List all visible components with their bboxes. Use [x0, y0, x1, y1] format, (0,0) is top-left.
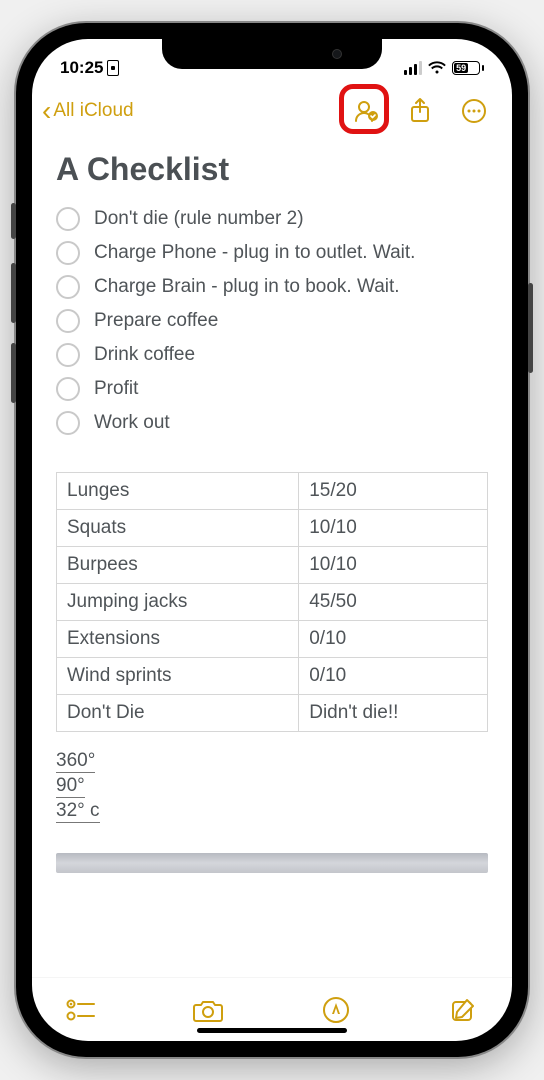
checklist-item[interactable]: Work out — [56, 406, 488, 440]
collaborate-button[interactable] — [350, 95, 382, 127]
checkbox-icon[interactable] — [56, 343, 80, 367]
more-button[interactable] — [458, 95, 490, 127]
checklist-item[interactable]: Drink coffee — [56, 338, 488, 372]
compose-button[interactable] — [444, 991, 482, 1029]
checklist-item[interactable]: Prepare coffee — [56, 304, 488, 338]
ellipsis-circle-icon — [461, 98, 487, 124]
cellular-icon — [404, 61, 422, 75]
note-body[interactable]: A Checklist Don't die (rule number 2) Ch… — [32, 135, 512, 977]
checklist-item[interactable]: Don't die (rule number 2) — [56, 202, 488, 236]
table-row: Squats10/10 — [57, 510, 488, 547]
checkbox-icon[interactable] — [56, 207, 80, 231]
table-row: Burpees10/10 — [57, 547, 488, 584]
checkbox-icon[interactable] — [56, 241, 80, 265]
workout-table: Lunges15/20 Squats10/10 Burpees10/10 Jum… — [56, 472, 488, 732]
wifi-icon — [428, 61, 446, 75]
markup-icon — [322, 996, 350, 1024]
checkbox-icon[interactable] — [56, 377, 80, 401]
temp-value: 32° c — [56, 800, 100, 823]
battery-icon: 59 — [452, 61, 484, 75]
table-row: Don't DieDidn't die!! — [57, 695, 488, 732]
table-row: Jumping jacks45/50 — [57, 584, 488, 621]
compose-icon — [449, 996, 477, 1024]
camera-button[interactable] — [189, 991, 227, 1029]
attachment-image[interactable] — [56, 853, 488, 873]
markup-button[interactable] — [317, 991, 355, 1029]
nav-bar: ‹ All iCloud — [32, 89, 512, 135]
camera-icon — [192, 997, 224, 1023]
table-row: Extensions0/10 — [57, 621, 488, 658]
checklist-item[interactable]: Charge Brain - plug in to book. Wait. — [56, 270, 488, 304]
checklist-icon — [66, 998, 96, 1022]
checklist-item[interactable]: Charge Phone - plug in to outlet. Wait. — [56, 236, 488, 270]
share-icon — [408, 97, 432, 125]
checkbox-icon[interactable] — [56, 275, 80, 299]
back-label: All iCloud — [53, 100, 133, 122]
checklist: Don't die (rule number 2) Charge Phone -… — [56, 202, 488, 440]
home-indicator[interactable] — [197, 1028, 347, 1033]
back-button[interactable]: ‹ All iCloud — [42, 97, 134, 125]
chevron-left-icon: ‹ — [42, 97, 51, 125]
share-button[interactable] — [404, 95, 436, 127]
note-title: A Checklist — [56, 151, 488, 188]
status-time: 10:25 — [60, 58, 103, 78]
temp-value: 360° — [56, 750, 95, 773]
table-row: Lunges15/20 — [57, 473, 488, 510]
checklist-button[interactable] — [62, 991, 100, 1029]
table-row: Wind sprints0/10 — [57, 658, 488, 695]
temperature-list: 360° 90° 32° c — [56, 750, 488, 825]
sim-icon — [107, 60, 119, 76]
checkbox-icon[interactable] — [56, 309, 80, 333]
collaborate-icon — [352, 97, 380, 125]
checkbox-icon[interactable] — [56, 411, 80, 435]
checklist-item[interactable]: Profit — [56, 372, 488, 406]
temp-value: 90° — [56, 775, 85, 798]
